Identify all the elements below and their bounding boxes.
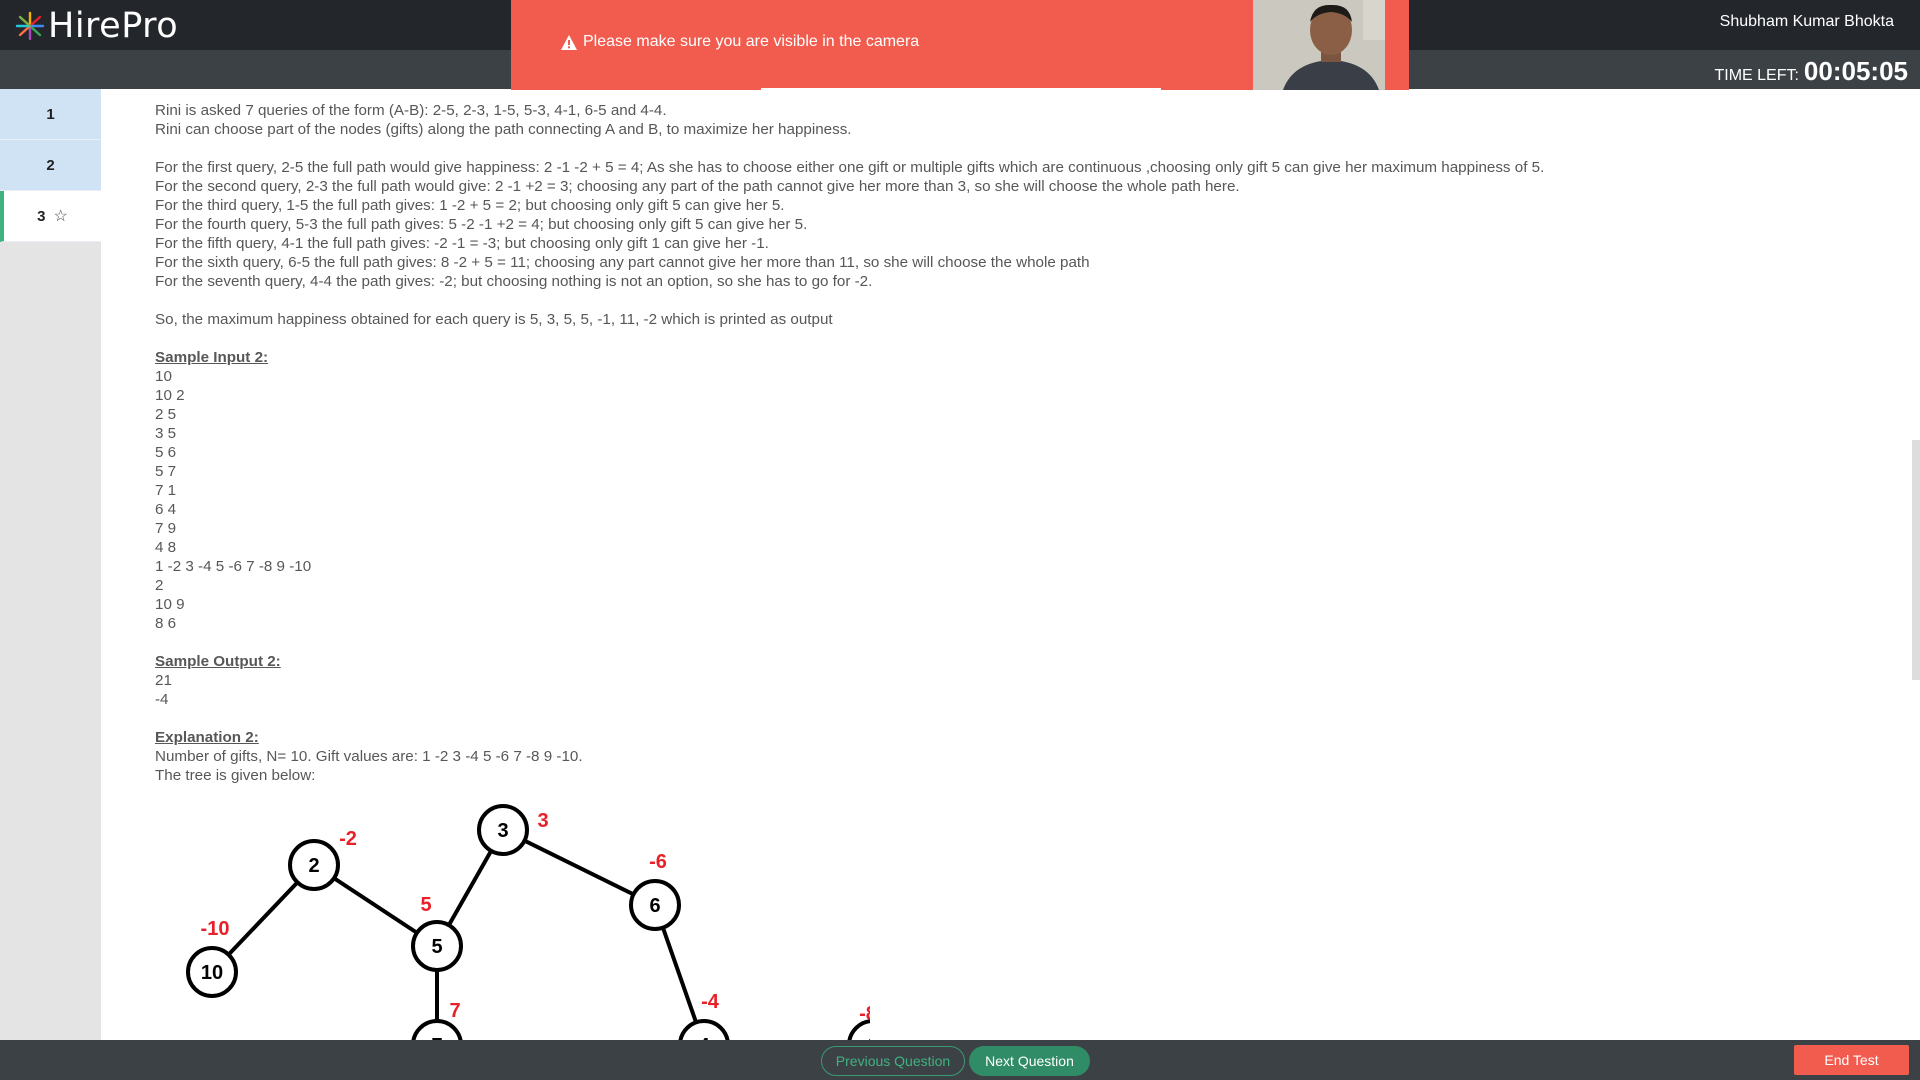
camera-warning-banner: Please make sure you are visible in the … [511, 0, 1251, 90]
question-nav-2[interactable]: 2 [0, 140, 101, 191]
tree-node-value: -2 [339, 828, 357, 850]
tree-node-value: 5 [420, 894, 431, 916]
text-line [155, 291, 1895, 310]
tree-node-label: 2 [308, 855, 319, 877]
text-line: 7 9 [155, 520, 177, 537]
text-line: -4 [155, 691, 169, 708]
tree-node-label: 10 [201, 962, 223, 984]
text-line: For the first query, 2-5 the full path w… [155, 159, 1545, 176]
user-name: Shubham Kumar Bhokta [1719, 13, 1894, 30]
question-content: Rini is asked 7 queries of the form (A-B… [155, 101, 1895, 785]
end-test-button[interactable]: End Test [1794, 1045, 1909, 1075]
timer: TIME LEFT: 00:05:05 [1714, 56, 1908, 87]
sample-input-heading: Sample Input 2: [155, 349, 269, 366]
question-number: 3 [37, 207, 46, 225]
bottom-bar: Previous Question Next Question End Test [0, 1040, 1920, 1080]
time-left-value: 00:05:05 [1803, 56, 1908, 86]
tree-node-value: -4 [701, 991, 720, 1013]
text-line: 6 4 [155, 501, 177, 518]
text-line [155, 139, 1895, 158]
logo-burst-icon [15, 11, 45, 41]
sample-output-block: 21 -4 [155, 671, 1895, 709]
text-line: 5 7 [155, 463, 177, 480]
text-line: 5 6 [155, 444, 177, 461]
text-line: 10 [155, 368, 172, 385]
text-line: 10 2 [155, 387, 185, 404]
hirepro-logo: HirePro [14, 6, 178, 46]
webcam-preview [1251, 0, 1409, 90]
question-sidebar: 1 2 3 ☆ [0, 89, 101, 1040]
brand-name: HirePro [48, 6, 179, 46]
tree-node-label: 3 [497, 820, 508, 842]
text-line: For the sixth query, 6-5 the full path g… [155, 254, 1090, 271]
previous-question-button[interactable]: Previous Question [821, 1046, 965, 1076]
text-line: 2 [155, 577, 164, 594]
text-line [155, 329, 1895, 348]
sample-output-heading: Sample Output 2: [155, 653, 281, 670]
text-line: For the second query, 2-3 the full path … [155, 178, 1240, 195]
question-number: 2 [46, 156, 55, 174]
warning-underline [761, 88, 1161, 90]
tree-node-value: -6 [649, 851, 667, 873]
text-line: For the fifth query, 4-1 the full path g… [155, 235, 769, 252]
sample-input-block: 10 10 2 2 5 3 5 5 6 5 7 7 1 6 4 7 9 4 8 1 -2 3 -4 … [155, 367, 1895, 633]
text-line: So, the maximum happiness obtained for e… [155, 311, 833, 328]
text-line: Number of gifts, N= 10. Gift values are:… [155, 748, 583, 765]
tree-diagram: 332-26-65510-10774-48-8 [186, 804, 870, 1040]
tree-node-label: 5 [431, 936, 442, 958]
text-line: Rini is asked 7 queries of the form (A-B… [155, 102, 667, 119]
question-nav-3[interactable]: 3 ☆ [0, 191, 101, 242]
text-line: 21 [155, 672, 172, 689]
text-line: 4 8 [155, 539, 177, 556]
explanation-2-block: Number of gifts, N= 10. Gift values are:… [155, 747, 1895, 785]
tree-node-value: -10 [201, 918, 230, 940]
text-line: 2 5 [155, 406, 177, 423]
tree-node-value: 7 [449, 1000, 460, 1022]
text-line: For the seventh query, 4-4 the path give… [155, 273, 873, 290]
text-line: Rini can choose part of the nodes (gifts… [155, 121, 852, 138]
text-line: 1 -2 3 -4 5 -6 7 -8 9 -10 [155, 558, 312, 575]
time-left-label: TIME LEFT: [1714, 67, 1799, 84]
text-line: For the third query, 1-5 the full path g… [155, 197, 785, 214]
text-line: 8 6 [155, 615, 177, 632]
text-line: For the fourth query, 5-3 the full path … [155, 216, 808, 233]
tree-node-value: -8 [859, 1003, 870, 1025]
explanation-1-block: Rini is asked 7 queries of the form (A-B… [155, 101, 1895, 348]
webcam-image [1253, 0, 1409, 90]
text-line: 7 1 [155, 482, 177, 499]
camera-warning-message: Please make sure you are visible in the … [583, 33, 920, 50]
star-icon[interactable]: ☆ [54, 206, 68, 226]
explanation-heading: Explanation 2: [155, 729, 259, 746]
question-nav-1[interactable]: 1 [0, 89, 101, 140]
scrollbar[interactable] [1912, 440, 1920, 680]
tree-node-label: 6 [649, 895, 660, 917]
tree-node-value: 3 [537, 810, 548, 832]
next-question-button[interactable]: Next Question [969, 1046, 1090, 1076]
warning-icon [561, 34, 577, 50]
text-line: 3 5 [155, 425, 177, 442]
question-number: 1 [46, 105, 55, 123]
text-line: The tree is given below: [155, 767, 316, 784]
text-line: 10 9 [155, 596, 185, 613]
